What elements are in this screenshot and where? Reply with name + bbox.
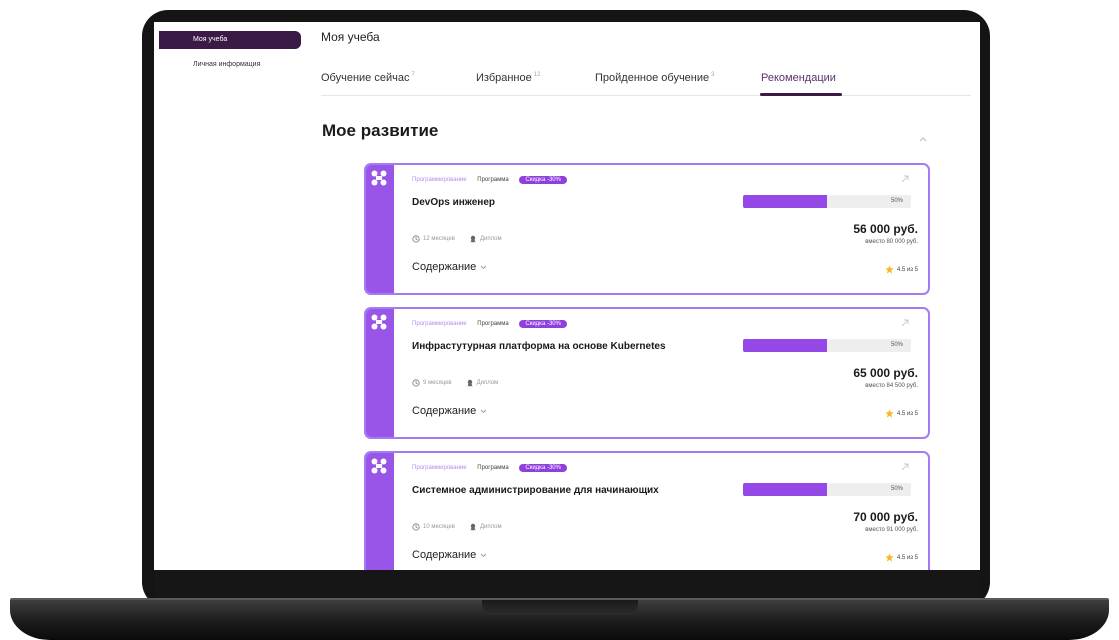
discount-badge: Скидка -30% [519,176,567,184]
progress-fill [743,339,827,352]
duration: 12 месяцев [423,236,455,242]
card-tags: Программирование Программа Скидка -30% [412,320,567,333]
progress-label: 50% [890,486,903,492]
course-logo-icon [371,458,387,474]
type-tag: Программа [477,465,509,471]
category-tag[interactable]: Программирование [412,465,467,471]
contents-toggle[interactable]: Содержание [412,405,487,417]
diploma-icon [470,523,476,531]
tab-label: Обучение сейчас [321,72,410,84]
chevron-down-icon [480,265,487,269]
laptop-notch [482,600,638,615]
duration: 10 месяцев [423,524,455,530]
contents-label: Содержание [412,549,477,561]
chevron-down-icon [480,553,487,557]
rating-value: 4.5 из 5 [896,266,918,273]
certificate: Диплом [479,524,502,530]
external-link-icon[interactable] [900,318,910,328]
chevron-up-icon[interactable] [918,135,928,143]
contents-toggle[interactable]: Содержание [412,549,487,561]
progress-fill [743,195,827,208]
progress-label: 50% [890,198,903,204]
course-card[interactable]: Программирование Программа Скидка -30% С… [364,451,930,570]
certificate: Диплом [476,380,499,386]
card-tags: Программирование Программа Скидка -30% [412,464,567,477]
rating: 4.5 из 5 [885,265,918,274]
category-tag[interactable]: Программирование [412,321,467,327]
rating: 4.5 из 5 [885,409,918,418]
clock-icon [412,523,420,531]
card-tags: Программирование Программа Скидка -30% [412,176,567,189]
price: 70 000 руб. [853,510,918,524]
tab-count: 12 [533,72,541,79]
tab-label: Рекомендации [761,72,836,84]
tab-recommendations[interactable]: Рекомендации [761,72,836,84]
progress-bar: 50% [743,195,911,208]
type-tag: Программа [477,177,509,183]
progress-label: 50% [890,342,903,348]
diploma-icon [470,235,476,243]
contents-label: Содержание [412,261,477,273]
old-price: вместо 91 000 руб. [865,527,918,533]
tab-label: Пройденное обучение [595,72,710,84]
tab-completed[interactable]: Пройденное обучение 3 [595,72,714,84]
contents-toggle[interactable]: Содержание [412,261,487,273]
course-logo-icon [371,314,387,330]
external-link-icon[interactable] [900,462,910,472]
sidebar-item-my-study[interactable]: Моя учеба [159,31,301,49]
sidebar: Моя учеба Личная информация [154,22,304,570]
rating-value: 4.5 из 5 [896,410,918,417]
course-card[interactable]: Программирование Программа Скидка -30% И… [364,307,930,439]
chevron-down-icon [480,409,487,413]
tab-favorites[interactable]: Избранное 12 [476,72,540,84]
progress-bar: 50% [743,483,911,496]
course-meta: 9 месяцев Диплом [412,379,498,387]
tab-learning-now[interactable]: Обучение сейчас 7 [321,72,415,84]
tab-count: 3 [711,72,715,79]
contents-label: Содержание [412,405,477,417]
diploma-icon [467,379,473,387]
price: 65 000 руб. [853,366,918,380]
rating-value: 4.5 из 5 [896,554,918,561]
star-icon [885,265,894,274]
course-meta: 10 месяцев Диплом [412,523,502,531]
course-card[interactable]: Программирование Программа Скидка -30% D… [364,163,930,295]
progress-fill [743,483,827,496]
active-tab-indicator [760,93,842,96]
tab-count: 7 [411,72,415,79]
screen: Моя учеба Личная информация Моя учеба Об… [154,22,980,570]
course-logo-icon [371,170,387,186]
course-title[interactable]: DevOps инженер [412,197,495,208]
rating: 4.5 из 5 [885,553,918,562]
section-title: Мое развитие [322,121,439,140]
external-link-icon[interactable] [900,174,910,184]
duration: 9 месяцев [423,380,452,386]
card-accent-strip [366,165,394,293]
old-price: вместо 80 000 руб. [865,239,918,245]
category-tag[interactable]: Программирование [412,177,467,183]
discount-badge: Скидка -30% [519,320,567,328]
course-title[interactable]: Системное администрирование для начинающ… [412,485,659,496]
type-tag: Программа [477,321,509,327]
course-title[interactable]: Инфрастутурная платформа на основе Kuber… [412,341,666,352]
tab-label: Избранное [476,72,532,84]
page-title: Моя учеба [321,30,380,44]
discount-badge: Скидка -30% [519,464,567,472]
progress-bar: 50% [743,339,911,352]
course-meta: 12 месяцев Диплом [412,235,502,243]
star-icon [885,553,894,562]
certificate: Диплом [479,236,502,242]
star-icon [885,409,894,418]
clock-icon [412,235,420,243]
clock-icon [412,379,420,387]
card-accent-strip [366,453,394,570]
sidebar-item-personal-info[interactable]: Личная информация [159,56,301,74]
card-accent-strip [366,309,394,437]
price: 56 000 руб. [853,222,918,236]
old-price: вместо 84 500 руб. [865,383,918,389]
tab-bar: Обучение сейчас 7 Избранное 12 Пройденное … [321,66,971,96]
